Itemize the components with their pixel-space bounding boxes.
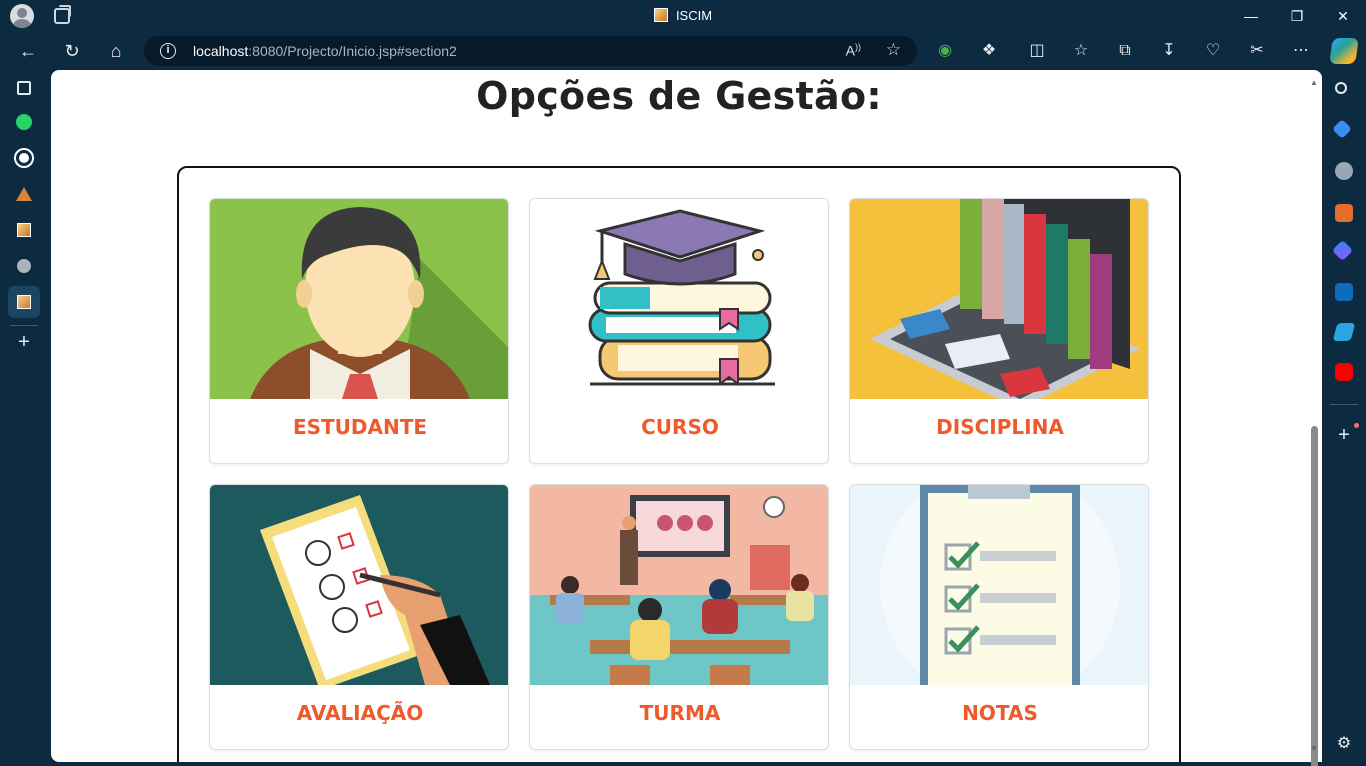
browser-essentials-icon[interactable]: ♡ [1202,40,1224,62]
add-sidebar-app-plus-icon[interactable]: + [1335,425,1353,445]
downloads-icon[interactable]: ↧ [1158,40,1180,62]
card-label: DISCIPLINA [936,415,1064,439]
window-title: ISCIM [0,8,1366,23]
games-icon[interactable] [1335,162,1353,180]
checklist-clipboard-image [850,485,1148,685]
card-turma[interactable]: TURMA [529,484,829,750]
add-tab-plus-icon[interactable]: + [14,331,34,353]
tab-actions-icon[interactable] [14,78,34,98]
favorite-star-icon[interactable]: ☆ [886,40,901,60]
scroll-up-arrow-icon[interactable]: ▲ [1310,78,1318,87]
scroll-down-arrow-icon[interactable]: ▼ [1310,744,1318,753]
outlook-icon[interactable] [1335,283,1353,301]
close-button[interactable]: ✕ [1320,0,1366,32]
more-options-icon[interactable]: ⋯ [1290,40,1312,62]
copilot-designer-icon[interactable] [1331,239,1354,262]
refresh-icon[interactable]: ↻ [57,36,87,66]
card-avaliacao[interactable]: AVALIAÇÃO [209,484,509,750]
settings-gear-icon[interactable]: ⚙ [1335,735,1353,753]
card-estudante[interactable]: ESTUDANTE [209,198,509,464]
favorites-icon[interactable]: ☆ [1070,40,1092,62]
search-icon[interactable] [1335,82,1353,100]
card-label: NOTAS [962,701,1038,725]
address-bar[interactable]: i localhost:8080/Projecto/Inicio.jsp#sec… [144,36,917,66]
chatgpt-icon[interactable] [14,148,34,168]
card-notas[interactable]: NOTAS [849,484,1149,750]
site-info-icon[interactable]: i [160,43,176,59]
home-icon[interactable]: ⌂ [101,36,131,66]
extensions-puzzle-icon[interactable]: ❖ [978,40,1000,62]
tools-briefcase-icon[interactable] [1335,204,1353,222]
pinned-site-icon[interactable] [14,184,34,204]
youtube-icon[interactable] [1335,363,1353,381]
maximize-button[interactable]: ❐ [1274,0,1320,32]
extension-colorful-icon[interactable]: ◉ [934,40,956,62]
card-curso[interactable]: CURSO [529,198,829,464]
whatsapp-icon[interactable] [14,112,34,132]
card-label: TURMA [639,701,721,725]
card-label: ESTUDANTE [292,415,428,439]
read-aloud-icon[interactable]: A)) [846,42,861,59]
sidebar-divider [10,325,38,326]
evaluation-survey-image [210,485,508,685]
site-favicon-icon [653,8,668,22]
card-label: AVALIAÇÃO [296,701,424,725]
collections-icon[interactable]: ⧉ [1114,40,1136,62]
url-text[interactable]: localhost:8080/Projecto/Inicio.jsp#secti… [193,43,457,59]
minimize-button[interactable]: — [1228,0,1274,32]
screenshot-icon[interactable]: ✂ [1246,40,1268,62]
back-arrow-icon[interactable]: ← [13,36,43,66]
telegram-icon[interactable] [1332,323,1356,341]
url-path: :8080/Projecto/Inicio.jsp#section2 [248,43,457,59]
notification-dot [1354,423,1359,428]
iscim-site-icon[interactable] [14,220,34,240]
split-screen-icon[interactable]: ◫ [1026,40,1048,62]
shopping-tag-icon[interactable] [1332,119,1352,139]
copilot-icon[interactable] [1329,38,1359,64]
laptop-books-image [850,199,1148,399]
title-bar: ISCIM — ❐ ✕ [0,0,1366,32]
classroom-image [530,485,828,685]
url-host: localhost [193,43,249,59]
scrollbar-thumb[interactable] [1311,426,1318,766]
web-page: Opções de Gestão: ESTUDANTE CURSO DISCIP… [51,70,1322,762]
iscim-active-tab-icon[interactable] [14,292,34,312]
page-title: Opções de Gestão: [476,74,882,118]
management-options-panel: ESTUDANTE CURSO DISCIPLINA AVALIAÇÃO TUR… [177,166,1181,762]
card-disciplina[interactable]: DISCIPLINA [849,198,1149,464]
navigation-bar: ← ↻ ⌂ i localhost:8080/Projecto/Inicio.j… [0,32,1366,70]
graduation-books-image [530,199,828,399]
window-title-text: ISCIM [675,8,713,23]
student-avatar-image [210,199,508,399]
right-sidebar-divider [1330,404,1358,405]
page-scrollbar[interactable]: ▲ ▼ [1309,70,1321,766]
github-icon[interactable] [14,256,34,276]
card-label: CURSO [641,415,719,439]
